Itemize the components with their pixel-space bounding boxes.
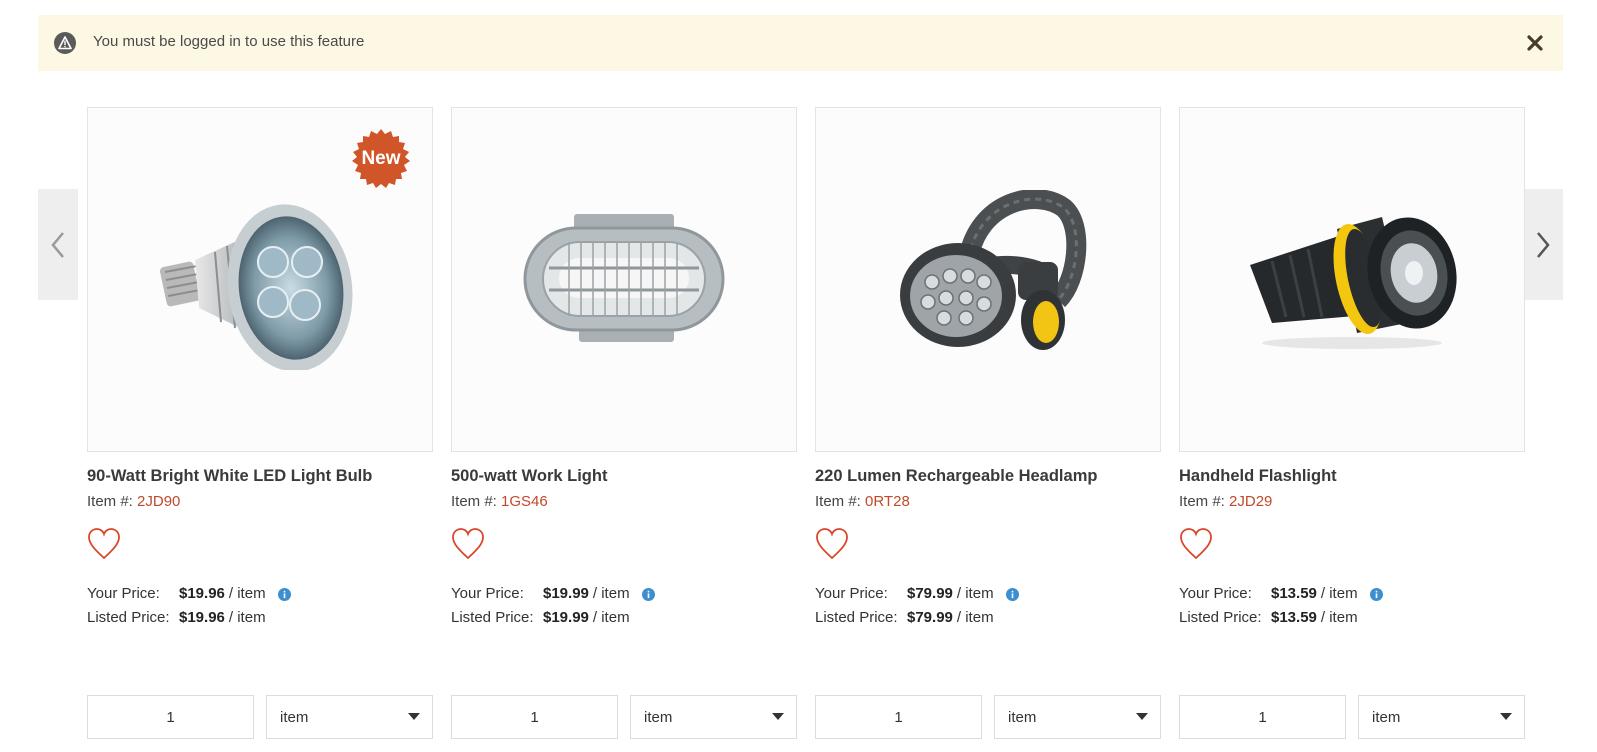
listed-price-row: Listed Price: $13.59 / item [1179,609,1525,633]
listed-price-row: Listed Price: $19.99 / item [451,609,797,633]
listed-price-value: $13.59 [1271,609,1317,626]
login-required-alert: You must be logged in to use this featur… [38,15,1563,71]
item-code: 1GS46 [501,493,548,510]
price-unit: / item [592,585,630,602]
caret-down-icon [1136,713,1148,720]
quantity-controls: 1 item [87,695,433,739]
product-card: Handheld Flashlight Item #: 2JD29 Your P… [1179,107,1525,739]
info-icon[interactable] [1369,588,1383,601]
your-price-label: Your Price: [1179,585,1252,602]
price-unit: / item [1320,585,1358,602]
unit-select-value: item [644,708,673,726]
listed-price-row: Listed Price: $19.96 / item [87,609,433,633]
price-unit: / item [228,609,266,626]
product-card: 500-watt Work Light Item #: 1GS46 Your P… [451,107,797,739]
quantity-controls: 1 item [451,695,797,739]
listed-price-value: $79.99 [907,609,953,626]
unit-select[interactable]: item [266,695,433,739]
item-number-label: Item #: [1179,493,1225,510]
price-unit: / item [956,585,994,602]
heart-icon[interactable] [1179,526,1213,562]
product-image-link[interactable] [451,107,797,452]
your-price-value: $79.99 [907,585,953,602]
listed-price-label: Listed Price: [451,609,534,626]
item-code: 2JD90 [137,493,181,510]
product-title[interactable]: 220 Lumen Rechargeable Headlamp [815,467,1161,488]
your-price-row: Your Price: $13.59 / item [1179,585,1525,609]
item-code: 0RT28 [865,493,910,510]
your-price-value: $19.99 [543,585,589,602]
item-number: Item #: 1GS46 [451,493,797,513]
your-price-label: Your Price: [451,585,524,602]
price-unit: / item [956,609,994,626]
product-title[interactable]: 500-watt Work Light [451,467,797,488]
listed-price-label: Listed Price: [1179,609,1262,626]
warning-icon [54,32,76,54]
listed-price-row: Listed Price: $79.99 / item [815,609,1161,633]
info-icon[interactable] [641,588,655,601]
product-title[interactable]: 90-Watt Bright White LED Light Bulb [87,467,433,488]
item-code: 2JD29 [1229,493,1273,510]
unit-select[interactable]: item [1358,695,1525,739]
unit-select-value: item [1008,708,1037,726]
carousel-prev-button[interactable] [38,189,78,300]
your-price-label: Your Price: [87,585,160,602]
item-number: Item #: 2JD29 [1179,493,1525,513]
listed-price-label: Listed Price: [815,609,898,626]
unit-select-value: item [280,708,309,726]
your-price-label: Your Price: [815,585,888,602]
product-image-link[interactable]: New [87,107,433,452]
unit-select[interactable]: item [630,695,797,739]
product-image-link[interactable] [1179,107,1525,452]
unit-select[interactable]: item [994,695,1161,739]
quantity-input[interactable]: 1 [87,695,254,739]
badge-label: New [361,148,401,169]
headlamp-image [900,189,1087,350]
close-icon[interactable] [1525,33,1545,53]
heart-icon[interactable] [815,526,849,562]
your-price-value: $19.96 [179,585,225,602]
listed-price-label: Listed Price: [87,609,170,626]
led-bulb-image [159,203,353,370]
listed-price-value: $19.99 [543,609,589,626]
quantity-controls: 1 item [1179,695,1525,739]
quantity-input[interactable]: 1 [815,695,982,739]
chevron-left-icon [51,231,64,258]
product-image-link[interactable] [815,107,1161,452]
info-icon[interactable] [1005,588,1019,601]
new-badge: New [350,128,412,190]
price-unit: / item [592,609,630,626]
work-light-image [523,213,725,342]
price-unit: / item [228,585,266,602]
chevron-right-icon [1537,231,1550,258]
your-price-row: Your Price: $19.96 / item [87,585,433,609]
flashlight-image [1250,216,1457,349]
your-price-value: $13.59 [1271,585,1317,602]
unit-select-value: item [1372,708,1401,726]
listed-price-value: $19.96 [179,609,225,626]
alert-message: You must be logged in to use this featur… [93,33,365,50]
heart-icon[interactable] [451,526,485,562]
caret-down-icon [772,713,784,720]
item-number-label: Item #: [87,493,133,510]
your-price-row: Your Price: $19.99 / item [451,585,797,609]
caret-down-icon [1500,713,1512,720]
quantity-input[interactable]: 1 [1179,695,1346,739]
price-unit: / item [1320,609,1358,626]
carousel-next-button[interactable] [1523,189,1563,300]
product-title[interactable]: Handheld Flashlight [1179,467,1525,488]
item-number-label: Item #: [815,493,861,510]
product-card: New 90-Watt Bright White LED Light Bulb … [87,107,433,739]
item-number: Item #: 0RT28 [815,493,1161,513]
heart-icon[interactable] [87,526,121,562]
quantity-input[interactable]: 1 [451,695,618,739]
info-icon[interactable] [277,588,291,601]
caret-down-icon [408,713,420,720]
quantity-controls: 1 item [815,695,1161,739]
your-price-row: Your Price: $79.99 / item [815,585,1161,609]
item-number: Item #: 2JD90 [87,493,433,513]
item-number-label: Item #: [451,493,497,510]
product-card: 220 Lumen Rechargeable Headlamp Item #: … [815,107,1161,739]
